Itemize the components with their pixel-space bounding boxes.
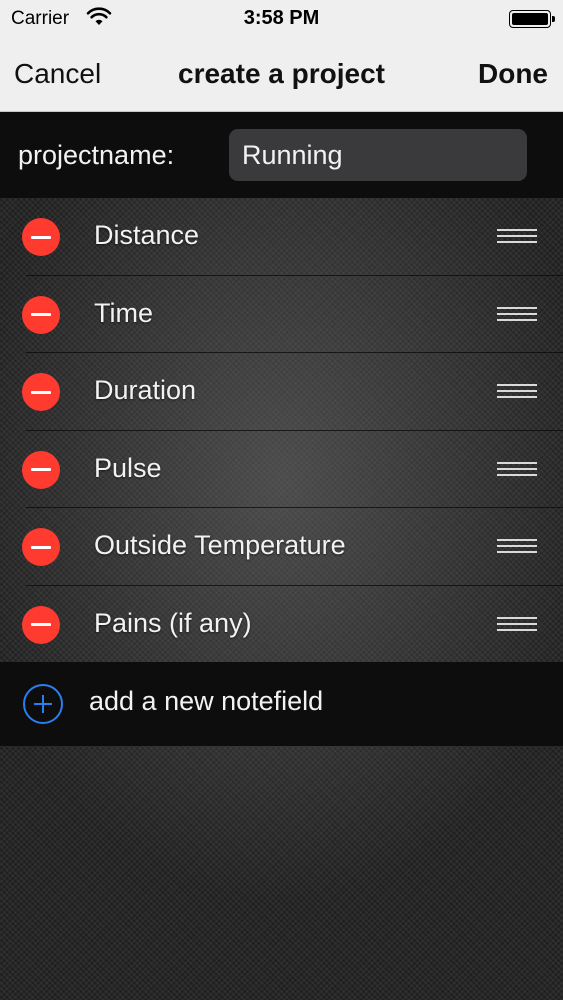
notefield-label: Distance xyxy=(94,220,200,250)
notefield-label: Time xyxy=(94,297,153,328)
add-notefield-row[interactable]: add a new notefield xyxy=(0,662,563,746)
plus-circle-icon[interactable] xyxy=(23,684,63,724)
reorder-grip-icon[interactable] xyxy=(497,384,537,399)
minus-circle-icon[interactable] xyxy=(22,373,60,411)
reorder-grip-icon[interactable] xyxy=(497,229,537,244)
minus-circle-icon[interactable] xyxy=(22,450,60,489)
notefield-label: Outside Temperature xyxy=(94,530,346,560)
minus-circle-icon[interactable] xyxy=(22,528,60,566)
battery-icon xyxy=(509,10,555,28)
reorder-grip-icon[interactable] xyxy=(497,539,537,554)
list-item: Outside Temperature xyxy=(0,508,563,586)
notefield-label: Duration xyxy=(94,375,197,405)
reorder-grip-icon[interactable] xyxy=(497,616,537,632)
navigation-bar: Cancel create a project Done xyxy=(0,38,563,112)
notefield-list: Distance Time Duration Pulse Outside Tem… xyxy=(0,198,563,663)
add-notefield-label: add a new notefield xyxy=(89,686,324,716)
list-item: Pulse xyxy=(0,431,563,508)
project-name-row: projectname: xyxy=(0,112,563,198)
minus-circle-icon[interactable] xyxy=(22,605,60,644)
list-item: Distance xyxy=(0,198,563,276)
reorder-grip-icon[interactable] xyxy=(497,306,537,322)
reorder-grip-icon[interactable] xyxy=(497,461,537,477)
list-item: Duration xyxy=(0,353,563,431)
notefield-label: Pulse xyxy=(94,452,162,483)
minus-circle-icon[interactable] xyxy=(22,295,60,334)
project-name-label: projectname: xyxy=(18,140,175,170)
minus-circle-icon[interactable] xyxy=(22,218,60,256)
done-button[interactable]: Done xyxy=(478,58,548,90)
status-time: 3:58 PM xyxy=(243,7,320,29)
notefield-label: Pains (if any) xyxy=(94,607,252,638)
status-bar: Carrier 3:58 PM xyxy=(0,0,563,38)
list-item: Time xyxy=(0,276,563,353)
list-item: Pains (if any) xyxy=(0,586,563,664)
top-bar: Carrier 3:58 PM Cancel create a project … xyxy=(0,0,563,112)
project-name-input[interactable] xyxy=(229,129,527,181)
